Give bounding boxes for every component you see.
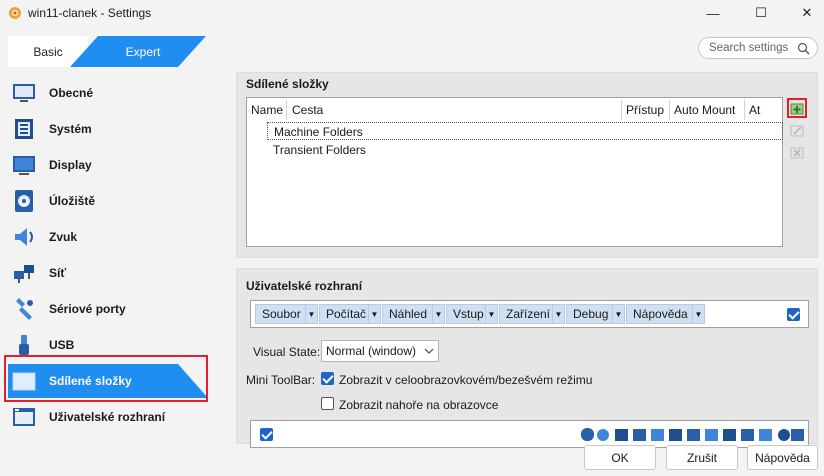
minimize-button[interactable]: — — [690, 0, 736, 26]
column-header-at[interactable]: At — [749, 103, 760, 117]
mini-toolbar-fullscreen-label[interactable]: Zobrazit v celoobrazovkovém/bezešvém rež… — [339, 373, 592, 387]
sidebar-item-network[interactable]: Síť — [8, 256, 208, 290]
column-separator — [621, 100, 622, 120]
user-interface-title: Uživatelské rozhraní — [246, 279, 363, 293]
sidebar-item-system[interactable]: Systém — [8, 112, 208, 146]
shared-folders-table[interactable]: Name Cesta Přístup Auto Mount At Machine… — [246, 97, 783, 247]
chevron-down-icon[interactable]: ▼ — [612, 305, 624, 323]
sidebar-item-label: Sériové porty — [49, 302, 126, 316]
mini-toolbar-label: Mini ToolBar: — [246, 373, 316, 387]
add-shared-folder-button[interactable] — [787, 98, 807, 118]
sidebar-item-storage[interactable]: Úložiště — [8, 184, 208, 218]
chevron-down-icon[interactable]: ▼ — [485, 305, 497, 323]
sidebar-item-label: Obecné — [49, 86, 94, 100]
column-separator — [286, 100, 287, 120]
mini-toolbar-top-checkbox[interactable] — [321, 397, 334, 410]
virtualbox-app-icon — [9, 7, 21, 19]
sidebar-item-label: Systém — [49, 122, 92, 136]
chevron-down-icon[interactable]: ▼ — [368, 305, 380, 323]
remove-shared-folder-icon — [790, 147, 804, 159]
sidebar-item-user-interface[interactable]: Uživatelské rozhraní — [8, 400, 208, 434]
selection-highlight-outline — [4, 355, 208, 402]
visual-state-label: Visual State: — [253, 345, 321, 359]
chevron-down-icon — [424, 348, 434, 354]
menu-item-view[interactable]: Náhled ▼ — [382, 304, 445, 324]
shared-folders-title: Sdílené složky — [246, 77, 329, 91]
sidebar-item-display[interactable]: Display — [8, 148, 208, 182]
general-icon — [13, 84, 35, 102]
column-header-access[interactable]: Přístup — [626, 103, 664, 117]
title-bar: win11-clanek - Settings — ☐ ✕ — [0, 0, 824, 26]
sidebar-item-label: Uživatelské rozhraní — [49, 410, 166, 424]
statusbar-indicator-icons — [581, 428, 804, 441]
statusbar-enabled-checkbox[interactable] — [260, 428, 273, 441]
settings-sidebar: Obecné Systém Display Úložiště Zvuk Síť … — [0, 74, 214, 476]
serial-ports-icon — [16, 298, 33, 320]
menu-item-label: Náhled — [389, 307, 428, 321]
menu-item-help[interactable]: Nápověda ▼ — [626, 304, 705, 324]
window-title: win11-clanek - Settings — [28, 6, 152, 20]
chevron-down-icon[interactable]: ▼ — [692, 305, 704, 323]
menu-item-debug[interactable]: Debug ▼ — [566, 304, 625, 324]
maximize-button[interactable]: ☐ — [738, 0, 784, 26]
menu-item-label: Debug — [573, 307, 609, 321]
mini-toolbar-top-label[interactable]: Zobrazit nahoře na obrazovce — [339, 398, 498, 412]
column-header-name[interactable]: Name — [251, 103, 283, 117]
visual-state-value: Normal (window) — [326, 344, 417, 358]
chevron-down-icon[interactable]: ▼ — [305, 305, 317, 323]
table-row[interactable]: Machine Folders — [267, 122, 783, 140]
search-box[interactable] — [698, 37, 818, 59]
close-button[interactable]: ✕ — [784, 0, 824, 26]
menu-item-label: Vstup — [453, 307, 484, 321]
audio-icon — [15, 228, 33, 246]
chevron-down-icon[interactable]: ▼ — [552, 305, 564, 323]
expert-mode-button[interactable]: Expert — [98, 36, 188, 67]
table-cell-name: Transient Folders — [273, 143, 366, 157]
remove-shared-folder-button[interactable] — [787, 142, 807, 162]
menu-item-input[interactable]: Vstup ▼ — [446, 304, 498, 324]
help-button[interactable]: Nápověda — [747, 445, 818, 470]
search-input[interactable] — [709, 41, 791, 55]
user-interface-icon — [13, 408, 35, 426]
edit-shared-folder-icon — [790, 125, 804, 137]
statusbar-editor — [250, 420, 809, 448]
sidebar-item-general[interactable]: Obecné — [8, 76, 208, 110]
sidebar-item-audio[interactable]: Zvuk — [8, 220, 208, 254]
menu-item-label: Počítač — [326, 307, 367, 321]
sidebar-item-label: Display — [49, 158, 92, 172]
network-icon — [14, 265, 34, 283]
visual-state-select[interactable]: Normal (window) — [321, 340, 439, 362]
menubar-enabled-checkbox[interactable] — [787, 308, 800, 321]
table-row[interactable]: Transient Folders — [267, 141, 783, 159]
edit-shared-folder-button[interactable] — [787, 120, 807, 140]
display-icon — [13, 156, 35, 175]
search-icon — [797, 42, 810, 55]
sidebar-item-serial-ports[interactable]: Sériové porty — [8, 292, 208, 326]
column-header-auto-mount[interactable]: Auto Mount — [674, 103, 735, 117]
ok-button[interactable]: OK — [584, 445, 656, 470]
add-shared-folder-icon — [790, 103, 804, 115]
menu-item-label: Nápověda — [633, 307, 688, 321]
mini-toolbar-fullscreen-checkbox[interactable] — [321, 372, 334, 385]
menu-item-file[interactable]: Soubor ▼ — [255, 304, 318, 324]
menu-item-machine[interactable]: Počítač ▼ — [319, 304, 381, 324]
chevron-down-icon[interactable]: ▼ — [432, 305, 444, 323]
cancel-button[interactable]: Zrušit — [666, 445, 738, 470]
menu-item-label: Soubor — [262, 307, 301, 321]
column-header-path[interactable]: Cesta — [292, 103, 323, 117]
menu-item-label: Zařízení — [506, 307, 551, 321]
sidebar-item-label: USB — [49, 338, 75, 352]
sidebar-item-label: Úložiště — [49, 194, 96, 208]
sidebar-item-label: Síť — [49, 266, 67, 280]
column-separator — [744, 100, 745, 120]
mode-switch: Basic Expert — [8, 36, 206, 67]
sidebar-item-label: Zvuk — [49, 230, 78, 244]
usb-icon — [19, 335, 29, 355]
menubar-editor: Soubor ▼ Počítač ▼ Náhled ▼ Vstup ▼ Zaří… — [250, 300, 809, 328]
menu-item-devices[interactable]: Zařízení ▼ — [499, 304, 565, 324]
table-cell-name: Machine Folders — [274, 125, 363, 139]
storage-icon — [15, 190, 33, 212]
column-separator — [669, 100, 670, 120]
system-icon — [15, 119, 33, 139]
